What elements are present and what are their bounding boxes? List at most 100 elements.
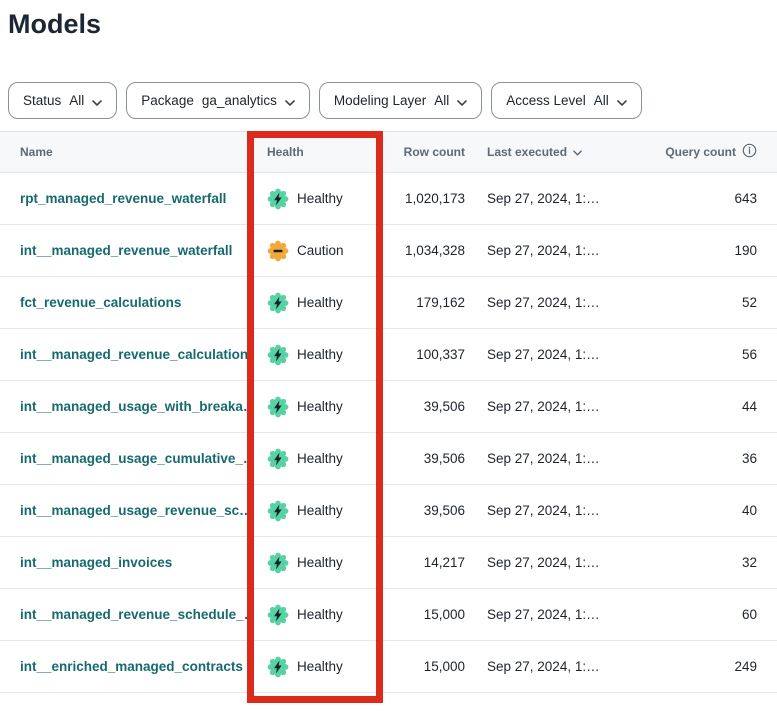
model-name-link[interactable]: int__managed_usage_revenue_sc… bbox=[20, 503, 247, 518]
model-name-link[interactable]: int__managed_revenue_waterfall bbox=[20, 243, 232, 258]
filter-value: All bbox=[594, 93, 609, 108]
health-label: Healthy bbox=[297, 295, 343, 310]
table-row: int__enriched_managed_contracts Healthy bbox=[0, 641, 777, 693]
health-cell: Healthy bbox=[247, 656, 380, 678]
models-table: Name Health Row count Last executed Quer… bbox=[0, 131, 777, 693]
last-executed-cell: Sep 27, 2024, 1:… bbox=[465, 191, 655, 206]
filter-label: Status bbox=[23, 93, 61, 108]
filter-label: Access Level bbox=[506, 93, 586, 108]
last-executed-cell: Sep 27, 2024, 1:… bbox=[465, 451, 655, 466]
health-cell: Healthy bbox=[247, 448, 380, 470]
last-executed-cell: Sep 27, 2024, 1:… bbox=[465, 295, 655, 310]
health-cell: Healthy bbox=[247, 604, 380, 626]
health-label: Healthy bbox=[297, 503, 343, 518]
health-label: Caution bbox=[297, 243, 344, 258]
health-badge bbox=[267, 292, 289, 314]
info-icon[interactable] bbox=[742, 143, 757, 161]
health-cell: Healthy bbox=[247, 292, 380, 314]
table-row: int__managed_revenue_schedule_… Healthy bbox=[0, 589, 777, 641]
table-body: rpt_managed_revenue_waterfall Healthy bbox=[0, 173, 777, 693]
query-count-cell: 52 bbox=[655, 295, 777, 310]
model-name-cell: int__managed_usage_with_breaka… bbox=[0, 399, 247, 414]
header-health: Health bbox=[247, 145, 380, 159]
query-count-cell: 56 bbox=[655, 347, 777, 362]
health-label: Healthy bbox=[297, 555, 343, 570]
model-name-link[interactable]: int__managed_usage_with_breaka… bbox=[20, 399, 247, 414]
sort-chevron-down-icon bbox=[573, 145, 582, 159]
table-row: fct_revenue_calculations Healthy 1 bbox=[0, 277, 777, 329]
model-name-link[interactable]: fct_revenue_calculations bbox=[20, 295, 181, 310]
model-name-link[interactable]: int__enriched_managed_contracts bbox=[20, 659, 243, 674]
header-last-executed[interactable]: Last executed bbox=[465, 145, 655, 159]
filter-label: Package bbox=[141, 93, 194, 108]
last-executed-cell: Sep 27, 2024, 1:… bbox=[465, 503, 655, 518]
model-name-cell: rpt_managed_revenue_waterfall bbox=[0, 191, 247, 206]
health-badge bbox=[267, 240, 289, 262]
minus-icon bbox=[273, 249, 282, 252]
health-cell: Healthy bbox=[247, 396, 380, 418]
query-count-cell: 60 bbox=[655, 607, 777, 622]
row-count-cell: 179,162 bbox=[380, 295, 465, 310]
table-row: int__managed_invoices Healthy 14,2 bbox=[0, 537, 777, 589]
table-row: int__managed_usage_with_breaka… Healthy bbox=[0, 381, 777, 433]
model-name-cell: int__managed_revenue_waterfall bbox=[0, 243, 247, 258]
chevron-down-icon bbox=[92, 94, 102, 109]
health-cell: Healthy bbox=[247, 552, 380, 574]
health-cell: Healthy bbox=[247, 344, 380, 366]
health-cell: Healthy bbox=[247, 500, 380, 522]
model-name-cell: fct_revenue_calculations bbox=[0, 295, 247, 310]
header-name: Name bbox=[0, 145, 247, 159]
row-count-cell: 1,034,328 bbox=[380, 243, 465, 258]
model-name-cell: int__managed_revenue_calculations bbox=[0, 347, 247, 362]
filter-bar: Status All Package ga_analytics Modeling… bbox=[8, 82, 777, 119]
table-header: Name Health Row count Last executed Quer… bbox=[0, 131, 777, 173]
model-name-cell: int__managed_usage_cumulative_… bbox=[0, 451, 247, 466]
health-label: Healthy bbox=[297, 347, 343, 362]
model-name-link[interactable]: rpt_managed_revenue_waterfall bbox=[20, 191, 226, 206]
row-count-cell: 1,020,173 bbox=[380, 191, 465, 206]
filter-status[interactable]: Status All bbox=[8, 82, 117, 119]
model-name-cell: int__managed_invoices bbox=[0, 555, 247, 570]
query-count-cell: 643 bbox=[655, 191, 777, 206]
filter-package[interactable]: Package ga_analytics bbox=[126, 82, 310, 119]
query-count-cell: 190 bbox=[655, 243, 777, 258]
model-name-link[interactable]: int__managed_revenue_schedule_… bbox=[20, 607, 247, 622]
chevron-down-icon bbox=[285, 94, 295, 109]
last-executed-cell: Sep 27, 2024, 1:… bbox=[465, 607, 655, 622]
health-badge bbox=[267, 344, 289, 366]
health-badge bbox=[267, 396, 289, 418]
model-name-link[interactable]: int__managed_usage_cumulative_… bbox=[20, 451, 247, 466]
health-badge bbox=[267, 500, 289, 522]
filter-label: Modeling Layer bbox=[334, 93, 426, 108]
table-row: int__managed_usage_revenue_sc… Healthy bbox=[0, 485, 777, 537]
query-count-cell: 40 bbox=[655, 503, 777, 518]
table-row: rpt_managed_revenue_waterfall Healthy bbox=[0, 173, 777, 225]
row-count-cell: 100,337 bbox=[380, 347, 465, 362]
model-name-link[interactable]: int__managed_invoices bbox=[20, 555, 172, 570]
last-executed-cell: Sep 27, 2024, 1:… bbox=[465, 659, 655, 674]
filter-access-level[interactable]: Access Level All bbox=[491, 82, 642, 119]
row-count-cell: 39,506 bbox=[380, 399, 465, 414]
query-count-cell: 36 bbox=[655, 451, 777, 466]
table-row: int__managed_usage_cumulative_… Healthy bbox=[0, 433, 777, 485]
model-name-link[interactable]: int__managed_revenue_calculations bbox=[20, 347, 247, 362]
filter-value: ga_analytics bbox=[202, 93, 277, 108]
health-label: Healthy bbox=[297, 659, 343, 674]
table-row: int__managed_revenue_calculations Health… bbox=[0, 329, 777, 381]
query-count-cell: 44 bbox=[655, 399, 777, 414]
model-name-cell: int__managed_usage_revenue_sc… bbox=[0, 503, 247, 518]
health-label: Healthy bbox=[297, 399, 343, 414]
filter-modeling-layer[interactable]: Modeling Layer All bbox=[319, 82, 482, 119]
row-count-cell: 15,000 bbox=[380, 659, 465, 674]
health-label: Healthy bbox=[297, 451, 343, 466]
health-badge bbox=[267, 552, 289, 574]
header-last-executed-label: Last executed bbox=[487, 145, 567, 159]
health-badge bbox=[267, 656, 289, 678]
health-badge bbox=[267, 448, 289, 470]
last-executed-cell: Sep 27, 2024, 1:… bbox=[465, 399, 655, 414]
health-badge bbox=[267, 604, 289, 626]
header-query-count-label: Query count bbox=[665, 145, 736, 159]
table-row: int__managed_revenue_waterfall Caution bbox=[0, 225, 777, 277]
row-count-cell: 14,217 bbox=[380, 555, 465, 570]
model-name-cell: int__enriched_managed_contracts bbox=[0, 659, 247, 674]
